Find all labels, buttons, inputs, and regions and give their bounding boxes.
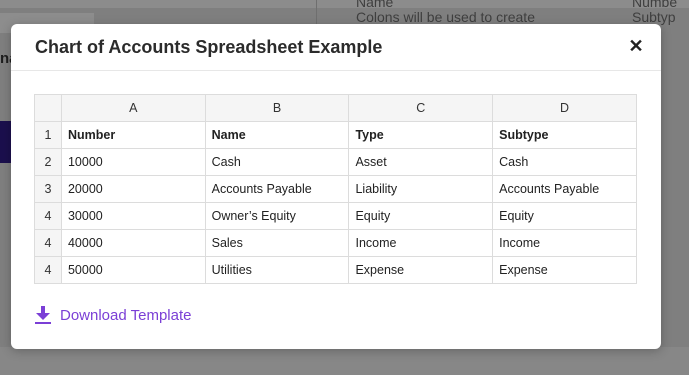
table-row: 4 30000 Owner’s Equity Equity Equity <box>34 202 637 230</box>
header-cell: Name <box>204 121 350 149</box>
modal-title: Chart of Accounts Spreadsheet Example <box>35 37 383 57</box>
table-row: 4 40000 Sales Income Income <box>34 229 637 257</box>
background-subtype-label: Subtyp <box>632 9 676 25</box>
table-cell: Income <box>492 229 637 257</box>
spreadsheet-example: A B C D 1 Number Name Type Subtype 2 100… <box>34 94 637 284</box>
table-cell: Liability <box>348 175 494 203</box>
row-number: 3 <box>34 175 62 203</box>
column-header: D <box>492 94 637 122</box>
column-header-row: A B C D <box>34 94 637 122</box>
download-icon <box>35 306 51 324</box>
table-cell: Sales <box>204 229 350 257</box>
table-cell: 40000 <box>60 229 206 257</box>
table-cell: Accounts Payable <box>492 175 637 203</box>
table-cell: Equity <box>492 202 637 230</box>
table-cell: Owner’s Equity <box>204 202 350 230</box>
column-header: C <box>348 94 494 122</box>
background-topbar <box>0 0 689 8</box>
table-cell: Utilities <box>204 256 350 284</box>
table-row: 4 50000 Utilities Expense Expense <box>34 256 637 284</box>
header-cell: Type <box>348 121 494 149</box>
row-number: 4 <box>34 229 62 257</box>
table-cell: 10000 <box>60 148 206 176</box>
column-header: B <box>204 94 350 122</box>
table-cell: Cash <box>204 148 350 176</box>
table-cell: Accounts Payable <box>204 175 350 203</box>
close-icon[interactable]: ✕ <box>627 37 645 55</box>
table-cell: Expense <box>348 256 494 284</box>
table-cell: Expense <box>492 256 637 284</box>
table-cell: 50000 <box>60 256 206 284</box>
table-cell: Asset <box>348 148 494 176</box>
background-colon-note: Colons will be used to create <box>356 9 535 25</box>
header-cell: Subtype <box>492 121 637 149</box>
background-divider <box>316 0 317 24</box>
row-number: 4 <box>34 256 62 284</box>
table-row: 2 10000 Cash Asset Cash <box>34 148 637 176</box>
table-row: 3 20000 Accounts Payable Liability Accou… <box>34 175 637 203</box>
row-number: 4 <box>34 202 62 230</box>
header-cell: Number <box>60 121 206 149</box>
modal-header: Chart of Accounts Spreadsheet Example ✕ <box>11 24 661 71</box>
table-cell: 30000 <box>60 202 206 230</box>
table-cell: 20000 <box>60 175 206 203</box>
row-number: 2 <box>34 148 62 176</box>
table-cell: Equity <box>348 202 494 230</box>
table-cell: Income <box>348 229 494 257</box>
column-header: A <box>60 94 206 122</box>
row-number: 1 <box>34 121 62 149</box>
corner-cell <box>34 94 62 122</box>
download-template-link[interactable]: Download Template <box>35 306 191 324</box>
chart-of-accounts-modal: Chart of Accounts Spreadsheet Example ✕ … <box>11 24 661 349</box>
download-template-label: Download Template <box>60 306 192 324</box>
table-cell: Cash <box>492 148 637 176</box>
background-bottom-area <box>0 347 689 375</box>
table-row: 1 Number Name Type Subtype <box>34 121 637 149</box>
